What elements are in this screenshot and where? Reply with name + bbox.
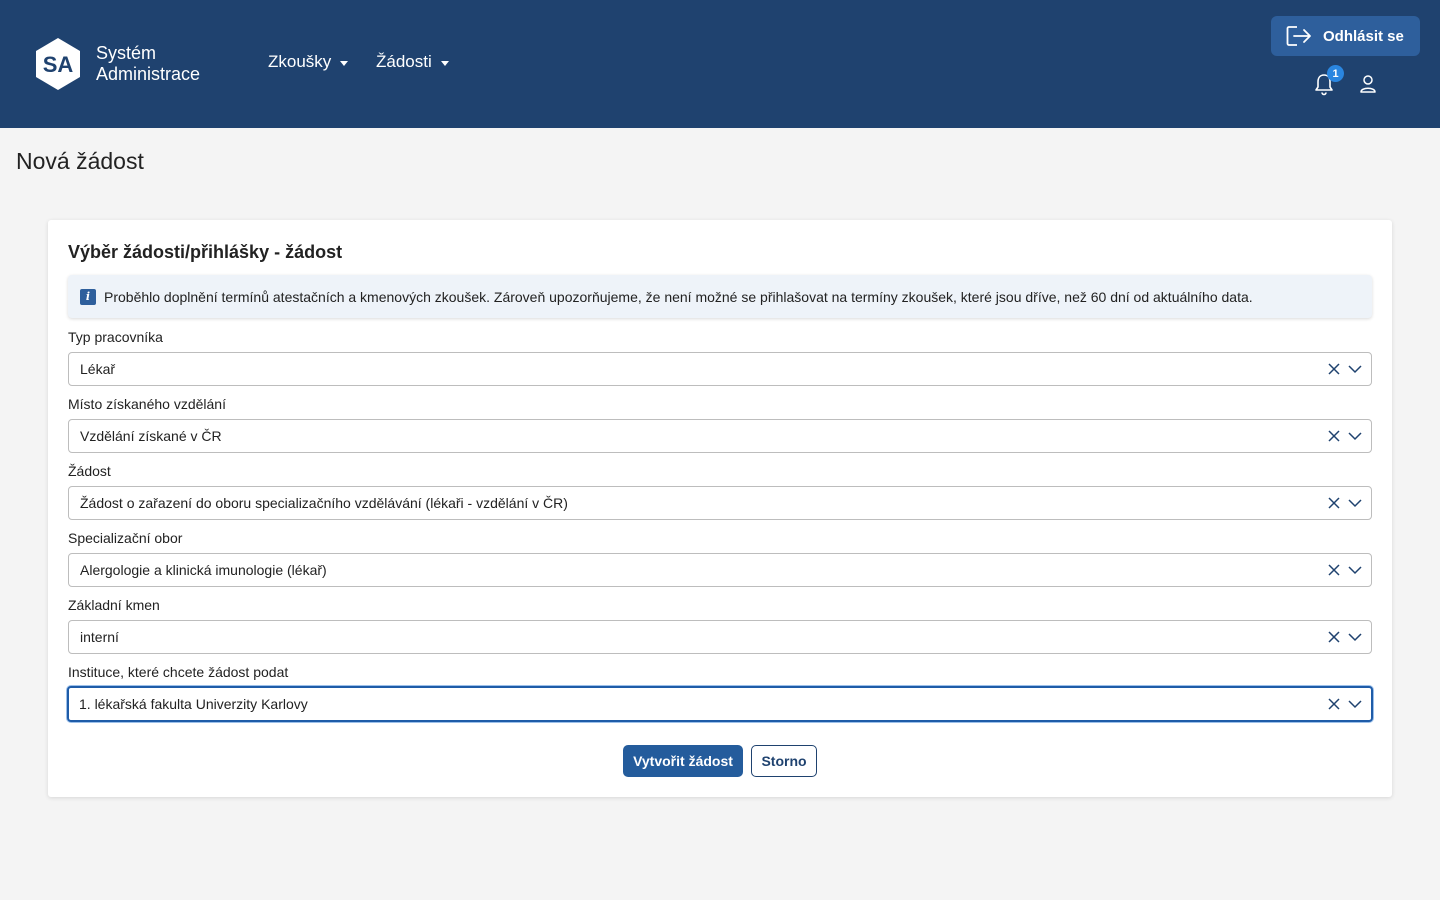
caret-down-icon bbox=[340, 60, 349, 66]
nav-zkousky-label: Zkoušky bbox=[268, 52, 332, 71]
chevron-down-icon[interactable] bbox=[1348, 429, 1362, 443]
request-form-card: Výběr žádosti/přihlášky - žádost i Probě… bbox=[48, 220, 1392, 797]
clear-icon[interactable] bbox=[1327, 429, 1341, 443]
top-header: SA Systém Administrace Zkoušky Žádosti O… bbox=[0, 0, 1440, 128]
info-icon: i bbox=[80, 288, 96, 305]
create-request-button[interactable]: Vytvořit žádost bbox=[623, 745, 743, 777]
field-label-typ-pracovnika: Typ pracovníka bbox=[68, 329, 163, 345]
clear-icon[interactable] bbox=[1327, 563, 1341, 577]
info-text: Proběhlo doplnění termínů atestačních a … bbox=[104, 288, 1253, 305]
logo-text: SA bbox=[43, 52, 74, 77]
field-label-misto-vzdelani: Místo získaného vzdělání bbox=[68, 396, 226, 412]
select-value: Lékař bbox=[80, 361, 116, 377]
select-specializacni-obor[interactable]: Alergologie a klinická imunologie (lékař… bbox=[68, 553, 1372, 587]
logo-hexagon-icon: SA bbox=[36, 38, 80, 90]
field-label-specializacni-obor: Specializační obor bbox=[68, 530, 183, 546]
info-message: i Proběhlo doplnění termínů atestačních … bbox=[68, 275, 1372, 318]
select-zadost[interactable]: Žádost o zařazení do oboru specializační… bbox=[68, 486, 1372, 520]
clear-icon[interactable] bbox=[1327, 496, 1341, 510]
user-icon[interactable] bbox=[1358, 74, 1378, 94]
select-value: Vzdělání získané v ČR bbox=[80, 428, 222, 444]
cancel-button[interactable]: Storno bbox=[751, 745, 817, 777]
page-title: Nová žádost bbox=[16, 148, 144, 174]
logout-label: Odhlásit se bbox=[1323, 27, 1404, 45]
brand-name[interactable]: Systém Administrace bbox=[96, 43, 200, 85]
caret-down-icon bbox=[440, 60, 449, 66]
select-value: 1. lékařská fakulta Univerzity Karlovy bbox=[79, 696, 308, 712]
logo[interactable]: SA bbox=[34, 36, 82, 92]
clear-icon[interactable] bbox=[1327, 697, 1341, 711]
nav-zadosti[interactable]: Žádosti bbox=[376, 52, 449, 72]
select-instituce[interactable]: 1. lékařská fakulta Univerzity Karlovy bbox=[67, 686, 1373, 722]
select-value: Alergologie a klinická imunologie (lékař… bbox=[80, 562, 327, 578]
logout-icon bbox=[1286, 26, 1311, 46]
chevron-down-icon[interactable] bbox=[1348, 697, 1362, 711]
field-label-zadost: Žádost bbox=[68, 463, 111, 479]
clear-icon[interactable] bbox=[1327, 362, 1341, 376]
notification-badge: 1 bbox=[1327, 65, 1344, 82]
select-zakladni-kmen[interactable]: interní bbox=[68, 620, 1372, 654]
select-value: Žádost o zařazení do oboru specializační… bbox=[80, 495, 568, 511]
card-title: Výběr žádosti/přihlášky - žádost bbox=[68, 242, 343, 262]
clear-icon[interactable] bbox=[1327, 630, 1341, 644]
chevron-down-icon[interactable] bbox=[1348, 630, 1362, 644]
chevron-down-icon[interactable] bbox=[1348, 496, 1362, 510]
logout-button[interactable]: Odhlásit se bbox=[1271, 16, 1420, 56]
select-misto-vzdelani[interactable]: Vzdělání získané v ČR bbox=[68, 419, 1372, 453]
select-typ-pracovnika[interactable]: Lékař bbox=[68, 352, 1372, 386]
nav-zadosti-label: Žádosti bbox=[376, 52, 432, 71]
nav-zkousky[interactable]: Zkoušky bbox=[268, 52, 349, 72]
brand-line-1: Systém bbox=[96, 43, 157, 63]
field-label-instituce: Instituce, které chcete žádost podat bbox=[68, 664, 289, 680]
chevron-down-icon[interactable] bbox=[1348, 563, 1362, 577]
select-value: interní bbox=[80, 629, 119, 645]
field-label-zakladni-kmen: Základní kmen bbox=[68, 597, 160, 613]
brand-line-2: Administrace bbox=[96, 64, 201, 84]
chevron-down-icon[interactable] bbox=[1348, 362, 1362, 376]
